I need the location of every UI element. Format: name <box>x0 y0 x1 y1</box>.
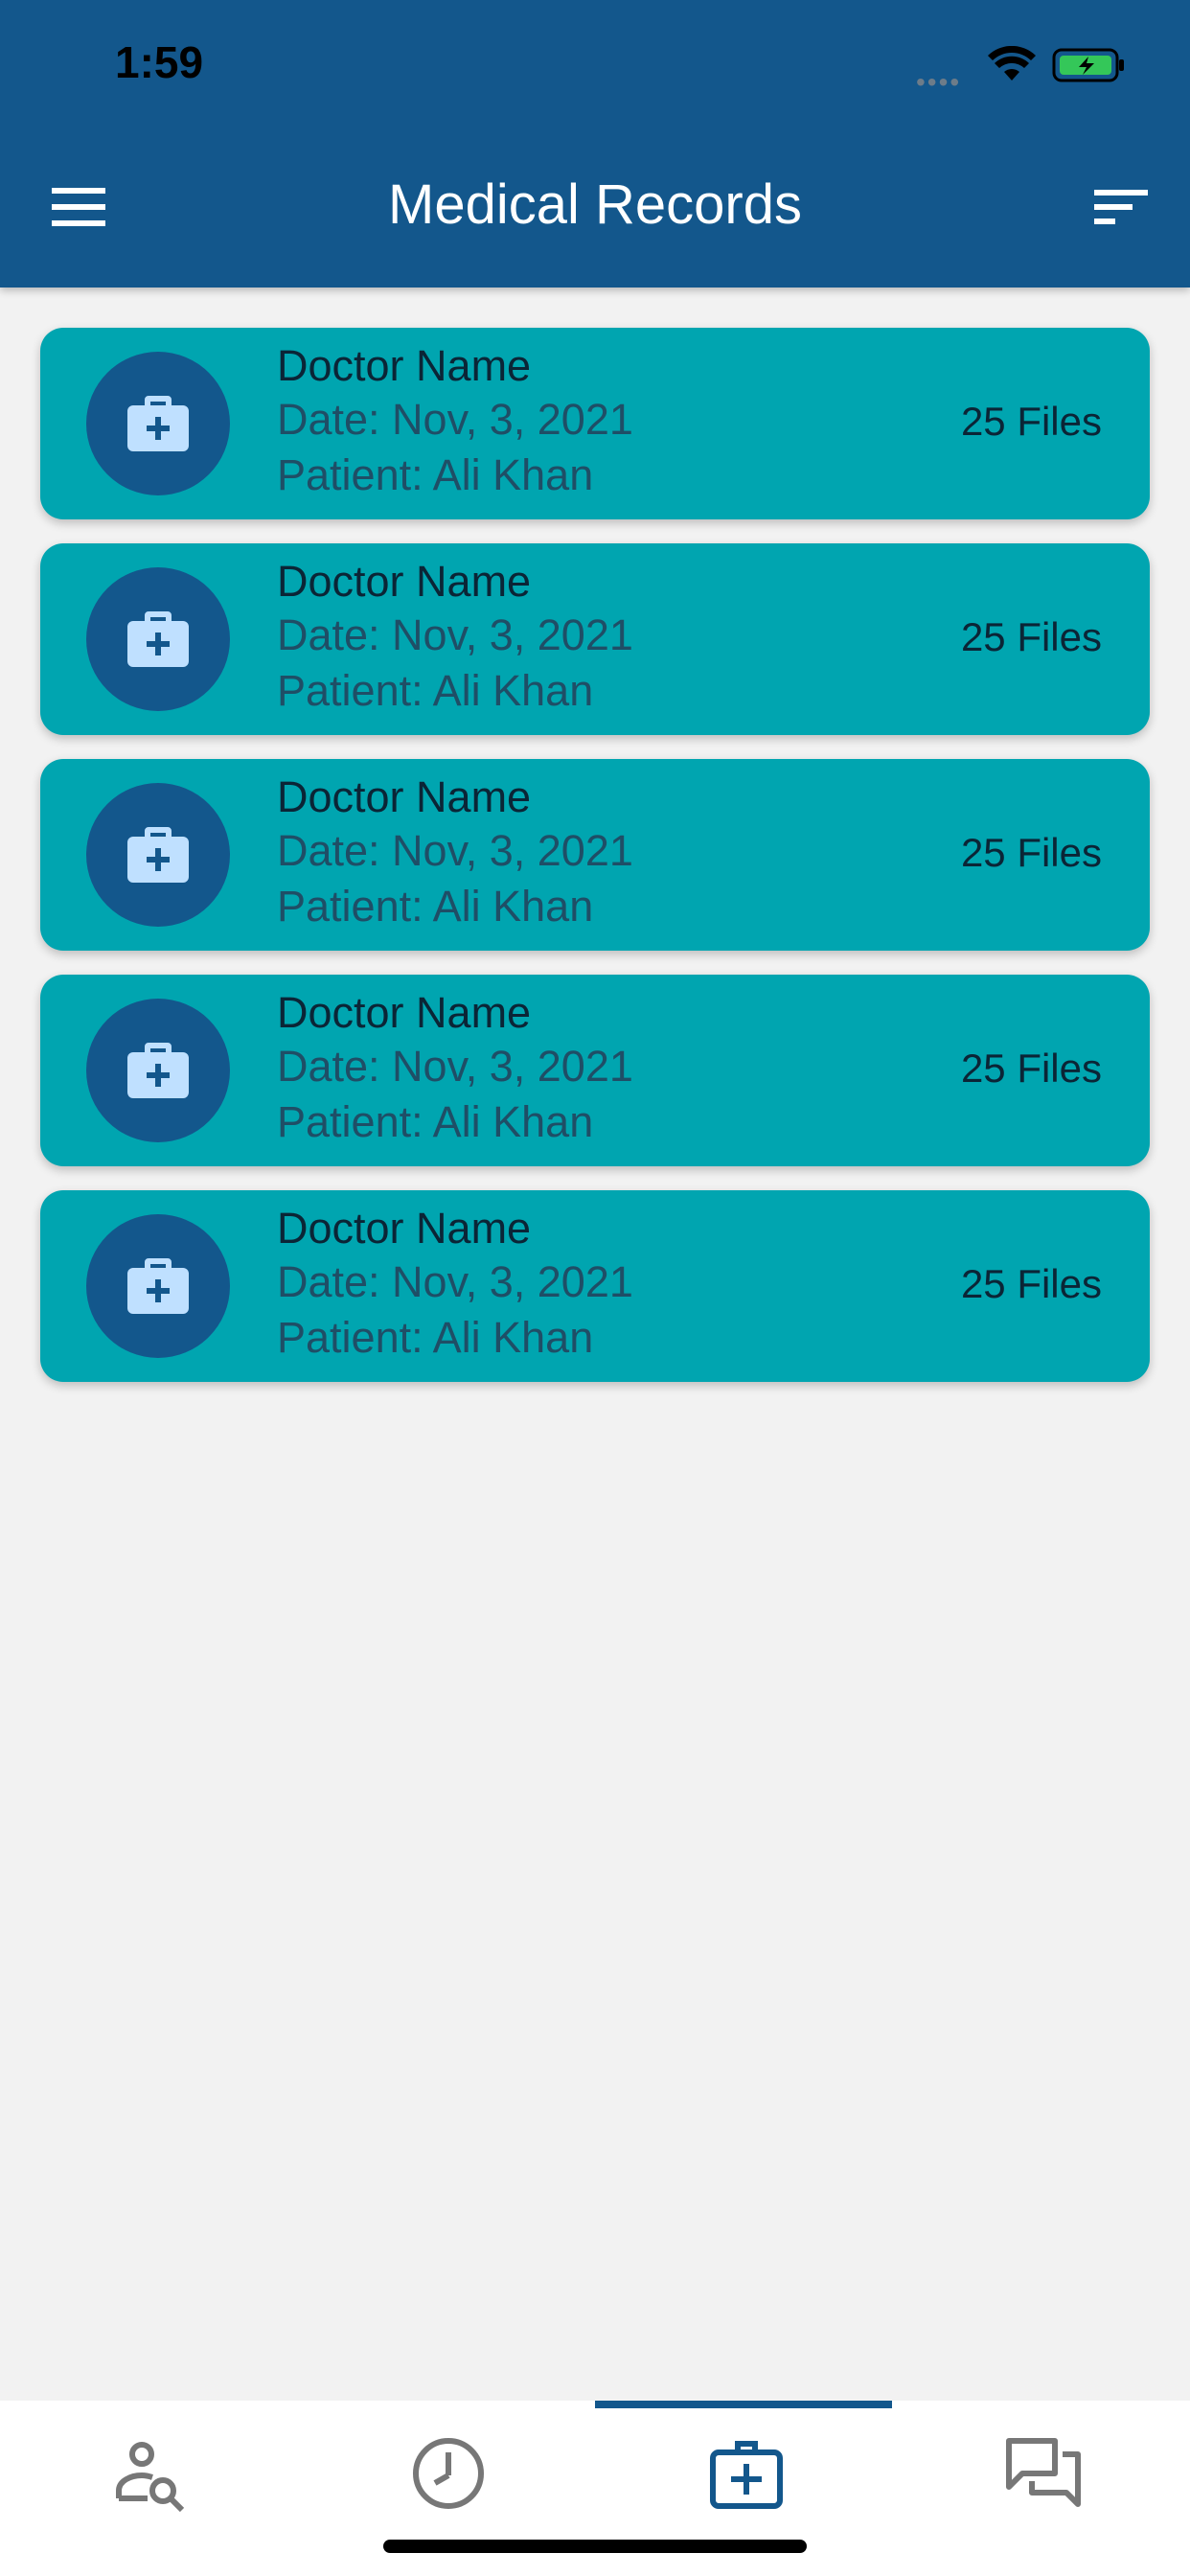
files-count: 25 Files <box>960 1261 1102 1306</box>
sort-icon[interactable] <box>1094 188 1148 226</box>
nav-tab-doctor-search[interactable] <box>0 2401 297 2576</box>
doctor-search-icon <box>116 2442 185 2512</box>
record-card[interactable]: Doctor Name Date: Nov, 3, 2021 Patient: … <box>40 1190 1150 1382</box>
record-avatar <box>86 352 230 495</box>
medical-records-icon <box>710 2441 783 2509</box>
medical-kit-icon <box>127 1043 189 1098</box>
doctor-name: Doctor Name <box>277 772 532 821</box>
record-card[interactable]: Doctor Name Date: Nov, 3, 2021 Patient: … <box>40 543 1150 735</box>
files-count: 25 Files <box>960 1046 1102 1091</box>
files-count: 25 Files <box>960 830 1102 875</box>
app-bar: 1:59 •••• Medical Records <box>0 0 1190 288</box>
record-avatar <box>86 999 230 1142</box>
medical-kit-icon <box>127 396 189 451</box>
home-indicator <box>383 2540 807 2553</box>
page-title: Medical Records <box>388 173 802 236</box>
patient-name: Patient: Ali Khan <box>277 666 594 715</box>
doctor-name: Doctor Name <box>277 1204 532 1253</box>
doctor-name: Doctor Name <box>277 988 532 1037</box>
medical-kit-icon <box>127 611 189 667</box>
record-card[interactable]: Doctor Name Date: Nov, 3, 2021 Patient: … <box>40 759 1150 951</box>
battery-icon <box>1052 48 1124 82</box>
record-date: Date: Nov, 3, 2021 <box>277 395 633 444</box>
patient-name: Patient: Ali Khan <box>277 450 594 499</box>
doctor-name: Doctor Name <box>277 341 532 390</box>
record-date: Date: Nov, 3, 2021 <box>277 610 633 659</box>
record-date: Date: Nov, 3, 2021 <box>277 826 633 875</box>
history-clock-icon <box>413 2438 484 2509</box>
chat-icon <box>1006 2438 1081 2507</box>
records-list: Doctor Name Date: Nov, 3, 2021 Patient: … <box>40 328 1150 1406</box>
record-avatar <box>86 1214 230 1358</box>
files-count: 25 Files <box>960 399 1102 444</box>
patient-name: Patient: Ali Khan <box>277 1313 594 1362</box>
record-avatar <box>86 783 230 927</box>
medical-kit-icon <box>127 827 189 883</box>
record-date: Date: Nov, 3, 2021 <box>277 1042 633 1091</box>
patient-name: Patient: Ali Khan <box>277 1097 594 1146</box>
nav-tab-chat[interactable] <box>892 2401 1189 2576</box>
signal-dots-icon: •••• <box>916 67 962 97</box>
record-card[interactable]: Doctor Name Date: Nov, 3, 2021 Patient: … <box>40 975 1150 1166</box>
doctor-name: Doctor Name <box>277 557 532 606</box>
record-date: Date: Nov, 3, 2021 <box>277 1257 633 1306</box>
status-time: 1:59 <box>115 37 204 87</box>
record-card[interactable]: Doctor Name Date: Nov, 3, 2021 Patient: … <box>40 328 1150 519</box>
wifi-icon <box>988 46 1036 80</box>
medical-kit-icon <box>127 1258 189 1314</box>
record-avatar <box>86 567 230 711</box>
selected-tab-indicator <box>595 2401 892 2408</box>
files-count: 25 Files <box>960 614 1102 659</box>
patient-name: Patient: Ali Khan <box>277 882 594 931</box>
